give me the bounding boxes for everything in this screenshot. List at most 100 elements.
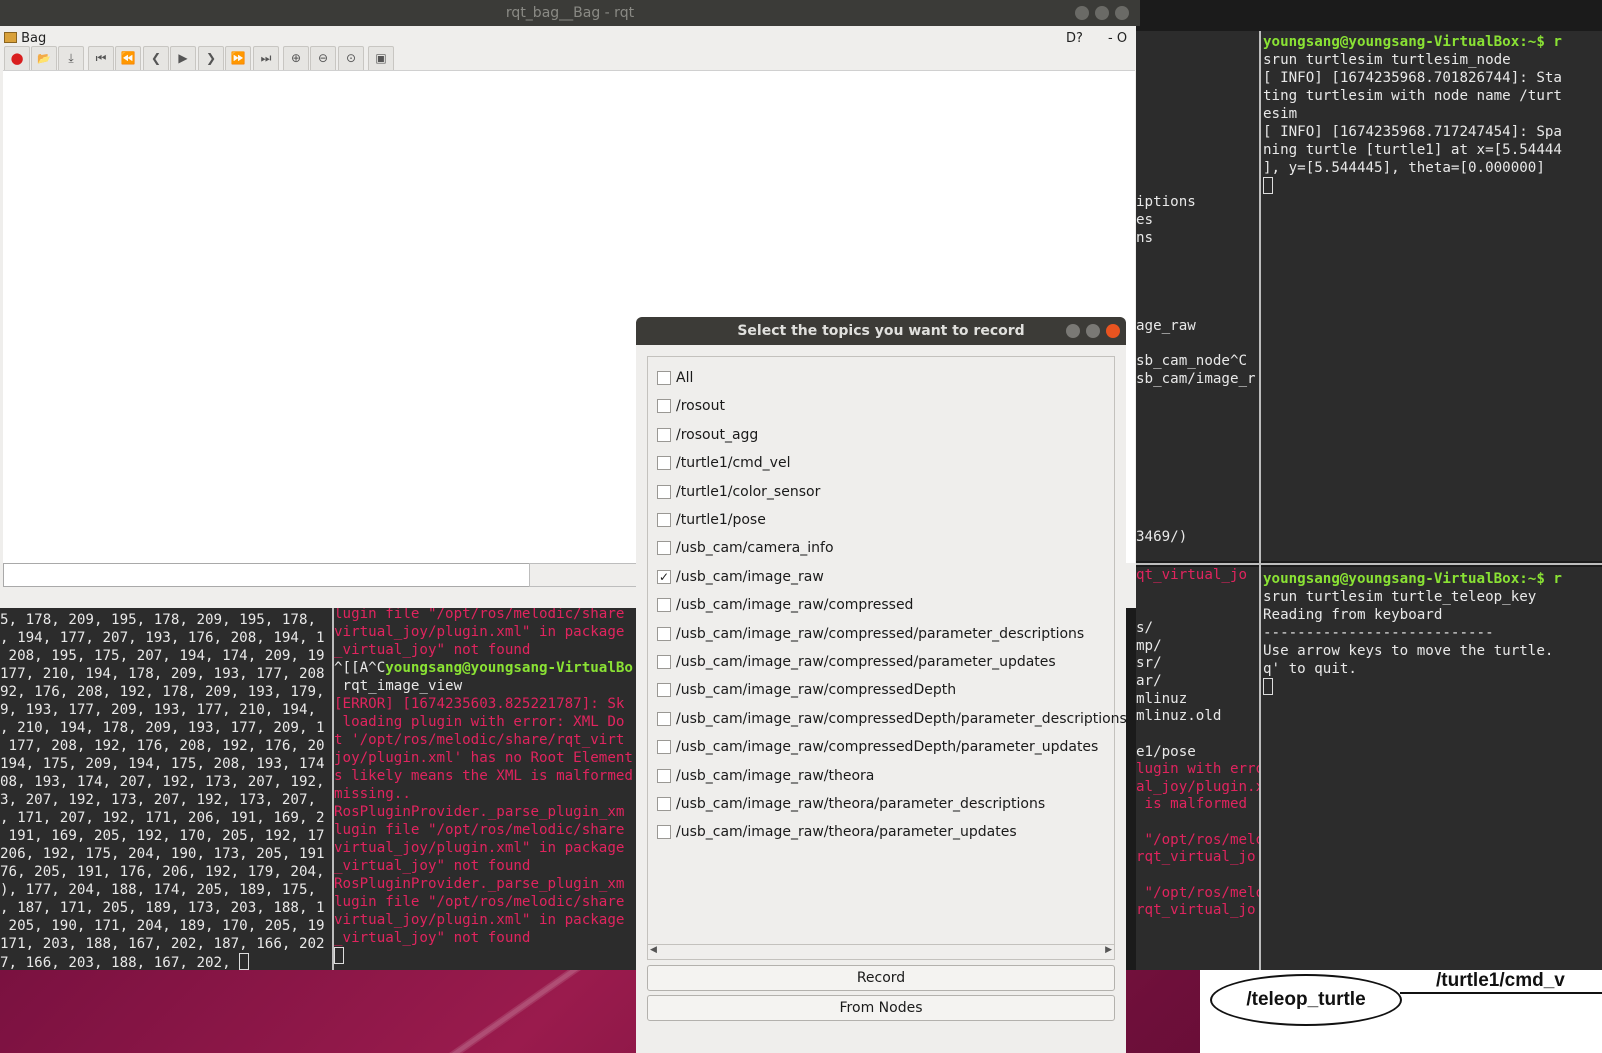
topic-row[interactable]: /usb_cam/camera_info: [648, 535, 1114, 561]
terminal-cursor: [1263, 678, 1273, 695]
topic-label: /usb_cam/image_raw/theora: [676, 767, 875, 784]
topic-label: /usb_cam/camera_info: [676, 540, 834, 557]
save-icon: ⤓: [68, 51, 74, 65]
topic-row[interactable]: /usb_cam/image_raw/compressedDepth/param…: [648, 734, 1114, 760]
plugin-corner-controls[interactable]: - O: [1108, 31, 1127, 46]
terminal-line: ning turtle [turtle1] at x=[5.54444: [1263, 142, 1562, 158]
terminal-text: ^[[A^C: [334, 660, 386, 676]
terminal-divider: [1136, 563, 1602, 565]
graph-edge-label: /turtle1/cmd_v: [1436, 970, 1565, 991]
terminal-line: virtual_joy/plugin.xml" in package: [334, 912, 625, 928]
topic-row[interactable]: /turtle1/pose: [648, 507, 1114, 533]
close-button[interactable]: [1115, 6, 1129, 20]
topic-checkbox[interactable]: [657, 711, 671, 726]
topic-row[interactable]: /usb_cam/image_raw/theora/parameter_desc…: [648, 791, 1114, 817]
open-button[interactable]: 📂: [31, 46, 57, 72]
topic-row[interactable]: /usb_cam/image_raw/compressed/parameter_…: [648, 649, 1114, 675]
topic-checkbox[interactable]: [657, 399, 671, 414]
help-button[interactable]: D?: [1066, 31, 1083, 46]
terminal-line: _virtual_joy" not found: [334, 858, 531, 874]
topic-row[interactable]: /rosout: [648, 393, 1114, 419]
terminal-divider: [332, 608, 334, 970]
record-button[interactable]: ●: [4, 46, 30, 72]
topic-checkbox[interactable]: [657, 655, 671, 669]
zoom-out-button[interactable]: ⊖: [310, 46, 336, 72]
topic-row[interactable]: All: [648, 365, 1114, 391]
close-button[interactable]: [1106, 324, 1120, 338]
topic-row[interactable]: /turtle1/cmd_vel: [648, 450, 1114, 476]
topic-row[interactable]: /usb_cam/image_raw/compressed/parameter_…: [648, 621, 1114, 647]
terminal-turtlesim-node[interactable]: youngsang@youngsang-VirtualBox:~$ r srun …: [1261, 31, 1602, 561]
back-button[interactable]: ❮: [143, 46, 169, 72]
topic-row[interactable]: /usb_cam/image_raw/compressed: [648, 592, 1114, 618]
terminal-image-data[interactable]: 5, 178, 209, 195, 178, 209, 195, 178, , 1…: [0, 608, 332, 970]
topic-row[interactable]: /turtle1/color_sensor: [648, 479, 1114, 505]
save-button[interactable]: ⤓: [58, 46, 84, 72]
topic-checkbox[interactable]: [657, 513, 671, 527]
end-button[interactable]: ⏭: [253, 46, 279, 72]
horizontal-scrollbar[interactable]: ◀ ▶: [647, 944, 1115, 960]
topic-label: /rosout_agg: [676, 426, 759, 443]
forward-button[interactable]: ❯: [198, 46, 224, 72]
record-dialog-titlebar[interactable]: Select the topics you want to record: [636, 317, 1126, 345]
terminal-teleop-key[interactable]: youngsang@youngsang-VirtualBox:~$ r srun …: [1261, 567, 1602, 970]
topic-label: /usb_cam/image_raw/compressedDepth: [676, 682, 957, 699]
terminal-background-bottom[interactable]: qt_virtual_jo s/mp/sr/ar/mlinuz mlinuz.old…: [1136, 567, 1259, 970]
topic-checkbox[interactable]: [657, 768, 671, 783]
node-graph[interactable]: /teleop_turtle /turtle1/cmd_v: [1200, 970, 1602, 1053]
topic-checkbox[interactable]: [657, 456, 671, 471]
rqt-window-titlebar[interactable]: rqt_bag__Bag - rqt: [0, 0, 1140, 26]
topic-checkbox[interactable]: [657, 598, 671, 613]
fastforward-button[interactable]: ⏩: [225, 46, 251, 72]
graph-node[interactable]: /teleop_turtle: [1210, 974, 1402, 1026]
topic-checkbox[interactable]: [657, 740, 671, 755]
minimize-button[interactable]: [1075, 6, 1089, 20]
terminal-line: RosPluginProvider._parse_plugin_xm: [334, 804, 625, 820]
topic-row[interactable]: /rosout_agg: [648, 422, 1114, 448]
topic-checkbox[interactable]: [657, 371, 671, 385]
topic-checkbox[interactable]: [657, 427, 671, 442]
terminal-output: youngsang@youngsang-VirtualBox:~$ r srun …: [1263, 33, 1562, 196]
thumbnails-icon: ▣: [375, 51, 387, 65]
topic-row[interactable]: /usb_cam/image_raw/compressedDepth/param…: [648, 706, 1127, 732]
topic-row[interactable]: ✓ /usb_cam/image_raw: [648, 564, 1114, 590]
topic-label: /turtle1/pose: [676, 512, 766, 528]
zoom-all-button[interactable]: ⊙: [338, 46, 364, 72]
thumbnails-button[interactable]: ▣: [368, 46, 394, 72]
terminal-rqt-image-view[interactable]: lugin file "/opt/ros/melodic/share virtua…: [334, 608, 636, 970]
topic-list[interactable]: All/rosout/rosout_agg/turtle1/cmd_vel/tu…: [647, 356, 1127, 946]
scroll-left-icon[interactable]: ◀: [650, 945, 657, 955]
topic-row[interactable]: /usb_cam/image_raw/theora/parameter_upda…: [648, 819, 1114, 845]
maximize-button[interactable]: [1086, 324, 1100, 338]
status-field[interactable]: [3, 563, 530, 587]
topic-checkbox[interactable]: [657, 683, 671, 698]
scroll-right-icon[interactable]: ▶: [1105, 945, 1112, 955]
topic-row[interactable]: /usb_cam/image_raw/theora: [648, 763, 1114, 789]
minimize-button[interactable]: [1066, 324, 1080, 338]
terminal-line: 194, 175, 209, 194, 175, 208, 193, 174: [0, 756, 325, 772]
topic-checkbox[interactable]: [657, 626, 671, 641]
terminal-line: [ERROR] [1674235603.825221787]: Sk: [334, 696, 625, 712]
topic-checkbox[interactable]: [657, 541, 671, 556]
record-button[interactable]: Record: [647, 965, 1115, 991]
terminal-line: lugin file "/opt/ros/melodic/share: [334, 894, 625, 910]
topic-row[interactable]: /usb_cam/image_raw/compressedDepth: [648, 677, 1114, 703]
rewind-icon: ⏪: [120, 51, 136, 65]
topic-checkbox[interactable]: [657, 825, 671, 840]
terminal-line: missing..: [334, 786, 411, 802]
terminal-divider: [1259, 31, 1261, 971]
topic-checkbox[interactable]: [657, 797, 671, 811]
terminal-line: srun turtlesim turtle_teleop_key: [1263, 589, 1537, 605]
terminal-background-top[interactable]: iptions es ns age_raw sb_cam_node^C sb_cam/im…: [1136, 31, 1259, 561]
terminal-line: 92, 176, 208, 192, 178, 209, 193, 179,: [0, 684, 325, 700]
play-button[interactable]: ▶: [170, 46, 196, 72]
terminal-line: ], y=[5.544445], theta=[0.000000]: [1263, 160, 1545, 176]
begin-button[interactable]: ⏮: [88, 46, 114, 72]
zoom-in-button[interactable]: ⊕: [283, 46, 309, 72]
rewind-button[interactable]: ⏪: [115, 46, 141, 72]
maximize-button[interactable]: [1095, 6, 1109, 20]
from-nodes-button[interactable]: From Nodes: [647, 995, 1115, 1021]
topic-checkbox[interactable]: [657, 484, 671, 499]
topic-checkbox[interactable]: ✓: [657, 569, 671, 584]
terminal-line: 08, 193, 174, 207, 192, 173, 207, 192,: [0, 774, 325, 790]
